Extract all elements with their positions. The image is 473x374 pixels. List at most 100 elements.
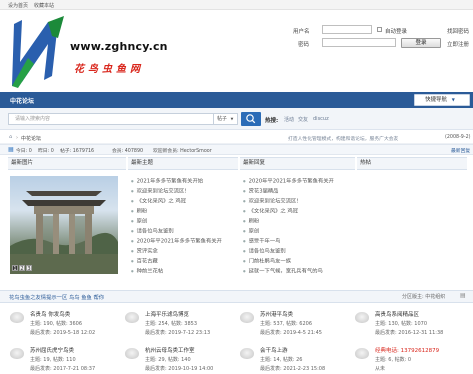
forum-section-moderator[interactable]: 分区版主: 中花组织 <box>402 293 445 300</box>
forum-section-title[interactable]: 花鸟虫鱼之友情提示一区 鸟鸟 鱼鱼 帮你 <box>9 293 104 301</box>
list-item[interactable]: 百花古藏 <box>131 256 237 266</box>
forum-icon <box>10 312 24 323</box>
forum-name[interactable]: 上海平乐滤鸟博览 <box>145 310 189 318</box>
list-item[interactable]: 原创 <box>131 216 237 226</box>
forum-stats: 主题: 254, 帖数: 3853 <box>145 321 197 327</box>
list-item[interactable]: 延就一下气候，宽孔兵有气的鸟 <box>243 266 353 276</box>
stat-members: 会员: 407890 <box>112 149 144 154</box>
quick-nav-button[interactable]: 快捷导航 ▼ <box>414 94 470 106</box>
forum-item[interactable]: 名贵鸟 你发鸟类 主题: 190, 帖数: 3606 最后发表: 2019-5-… <box>10 310 128 342</box>
quick-nav-label: 快捷导航 <box>425 97 448 103</box>
forum-item[interactable]: 苏州港平鸟类 主题: 537, 帖数: 6206 最后发表: 2019-4-5 … <box>240 310 358 342</box>
forum-notice[interactable]: 打造人性化管理模式，构建和谐论坛，服务广大会友 <box>288 135 398 142</box>
search-input[interactable]: 请输入搜索内容 <box>8 113 214 125</box>
forum-stats: 主题: 537, 帖数: 6206 <box>260 321 312 327</box>
forum-name[interactable]: 杭州云母鸟类工作室 <box>145 346 195 354</box>
login-button[interactable]: 登录 <box>401 38 441 48</box>
list-item[interactable]: 请各位鸟友鉴别 <box>131 226 237 236</box>
forum-name[interactable]: 名贵鸟 你发鸟类 <box>30 310 70 318</box>
username-field[interactable] <box>322 25 372 34</box>
home-icon[interactable]: ⌂ <box>9 134 12 140</box>
password-field[interactable] <box>322 38 396 47</box>
forum-item[interactable]: 高贵鸟系阅精品区 主题: 130, 帖数: 1070 最后发表: 2016-12… <box>355 310 473 342</box>
photo-page-button[interactable]: 2 <box>19 265 25 272</box>
latest-replies-link[interactable]: 最新回复 <box>451 147 470 154</box>
nav-item-forum[interactable]: 中花论坛 <box>10 96 34 105</box>
forum-icon <box>125 348 139 359</box>
list-item[interactable]: 2020年平2021年多多节繁鱼有关开 <box>131 236 237 246</box>
search-type-select[interactable]: 帖子 ▼ <box>214 113 238 125</box>
bookmark-link[interactable]: 收藏本站 <box>34 2 54 9</box>
chevron-down-icon: ▼ <box>230 117 234 121</box>
hot-search-link[interactable]: 活动 <box>284 116 294 123</box>
list-item[interactable]: 《文化采风》之 鸡冠 <box>131 196 237 206</box>
forum-icon <box>240 348 254 359</box>
set-home-link[interactable]: 设为首页 <box>8 2 28 9</box>
column-header-photos: 最新图片 <box>8 157 126 170</box>
site-logo-icon[interactable] <box>8 16 66 88</box>
list-item[interactable]: 请各位鸟友鉴别 <box>243 246 353 256</box>
breadcrumb-forum[interactable]: 中花论坛 <box>21 135 41 142</box>
forum-item[interactable]: 杭州云母鸟类工作室 主题: 29, 帖数: 140 最后发表: 2019-10-… <box>125 346 243 374</box>
site-brand-name: 花鸟虫鱼网 <box>74 64 144 75</box>
forum-last-post[interactable]: 从未 <box>375 365 385 372</box>
top-bar: 设为首页 收藏本站 <box>0 0 473 10</box>
column-header-hot: 热帖 <box>357 157 467 170</box>
chevron-down-icon: ▼ <box>451 97 455 102</box>
hot-search-link[interactable]: discuz <box>313 116 329 122</box>
forum-last-post[interactable]: 最后发表: 2019-4-5 21:45 <box>260 329 322 336</box>
forum-name[interactable]: 经典电话: 13792612879 <box>375 346 439 354</box>
list-item[interactable]: 2021年多多节繁鱼有关开始 <box>131 176 237 186</box>
forum-name[interactable]: 苏州屈氏虎宁鸟类 <box>30 346 74 354</box>
forum-stats: 主题: 130, 帖数: 1070 <box>375 321 427 327</box>
breadcrumb <box>0 131 473 144</box>
list-item[interactable]: 欢迎来到论坛交流区！ <box>243 196 353 206</box>
forum-item[interactable]: 苏州屈氏虎宁鸟类 主题: 19, 帖数: 110 最后发表: 2017-7-21… <box>10 346 128 374</box>
list-item[interactable]: 刷粉 <box>243 216 353 226</box>
stat-newest-member[interactable]: 欢迎新会员: HectorSmoor <box>153 147 212 154</box>
register-link[interactable]: 立即注册 <box>447 40 469 48</box>
forum-last-post[interactable]: 最后发表: 2019-5-18 12:02 <box>30 329 95 336</box>
latest-topics-list: 2021年多多节繁鱼有关开始 欢迎来到论坛交流区！ 《文化采风》之 鸡冠 刷粉 … <box>131 176 237 276</box>
photo-page-button[interactable]: 3 <box>26 265 32 272</box>
forum-name[interactable]: 会干鸟上游 <box>260 346 288 354</box>
forum-icon <box>355 312 369 323</box>
find-password-link[interactable]: 找回密码 <box>447 27 469 35</box>
forum-item[interactable]: 会干鸟上游 主题: 14, 帖数: 26 最后发表: 2021-2-23 15:… <box>240 346 358 374</box>
featured-photo[interactable] <box>10 176 118 274</box>
forum-last-post[interactable]: 最后发表: 2019-7-12 23:13 <box>145 329 210 336</box>
forum-name[interactable]: 高贵鸟系阅精品区 <box>375 310 419 318</box>
forum-stats: 主题: 190, 帖数: 3606 <box>30 321 82 327</box>
forum-item[interactable]: 经典电话: 13792612879 主题: 6, 帖数: 0 从未 <box>355 346 473 374</box>
forum-last-post[interactable]: 最后发表: 2017-7-21 08:37 <box>30 365 95 372</box>
list-item[interactable]: 原创 <box>243 226 353 236</box>
forum-item[interactable]: 上海平乐滤鸟博览 主题: 254, 帖数: 3853 最后发表: 2019-7-… <box>125 310 243 342</box>
auto-login-checkbox[interactable] <box>377 27 382 32</box>
list-item[interactable]: 赏评实念 <box>131 246 237 256</box>
list-item[interactable]: 刷粉 <box>131 206 237 216</box>
forum-name[interactable]: 苏州港平鸟类 <box>260 310 293 318</box>
forum-last-post[interactable]: 最后发表: 2019-10-19 14:00 <box>145 365 213 372</box>
forum-last-post[interactable]: 最后发表: 2016-12-31 11:38 <box>375 329 443 336</box>
list-item[interactable]: 欢迎来到论坛交流区！ <box>131 186 237 196</box>
forum-icon <box>355 348 369 359</box>
nav-bar <box>0 92 473 108</box>
forum-last-post[interactable]: 最后发表: 2021-2-23 15:08 <box>260 365 325 372</box>
list-item[interactable]: 感受千年一鸟 <box>243 236 353 246</box>
list-item[interactable]: 种前兰花帖 <box>131 266 237 276</box>
list-item[interactable]: 门前杜鹃鸟友一族 <box>243 256 353 266</box>
password-label: 密码 <box>298 42 310 48</box>
latest-replies-list: 2020年平2021年多多节繁鱼有关开 赏花3届精品 欢迎来到论坛交流区！ 《文… <box>243 176 353 276</box>
collapse-icon[interactable]: ▤ <box>460 292 466 299</box>
hot-search-link[interactable]: 交友 <box>298 116 308 123</box>
photo-page-button[interactable]: 1 <box>12 265 18 272</box>
forum-icon <box>240 312 254 323</box>
forum-stats: 主题: 6, 帖数: 0 <box>375 357 412 363</box>
breadcrumb-separator: › <box>16 135 18 141</box>
photo-pager: 123 <box>12 265 33 272</box>
list-item[interactable]: 《文化采风》之 鸡冠 <box>243 206 353 216</box>
search-button[interactable] <box>241 112 261 126</box>
list-item[interactable]: 赏花3届精品 <box>243 186 353 196</box>
notice-date: (2008-9-2) <box>445 135 471 140</box>
list-item[interactable]: 2020年平2021年多多节繁鱼有关开 <box>243 176 353 186</box>
